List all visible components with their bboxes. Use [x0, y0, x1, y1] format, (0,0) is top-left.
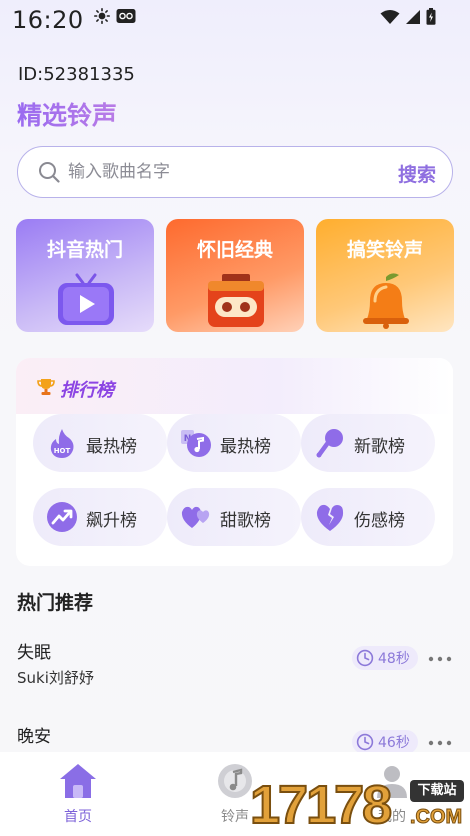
category-douyin-hot[interactable]: 抖音热门: [16, 219, 154, 332]
song-title: 晚安: [17, 727, 51, 747]
trend-up-icon: [47, 502, 77, 532]
bell-icon: [363, 273, 409, 329]
microphone-icon: [316, 429, 343, 458]
rank-label: 最热榜: [220, 437, 271, 457]
rank-label: 飙升榜: [86, 511, 137, 531]
search-icon: [39, 162, 60, 183]
music-disc-icon: [218, 764, 252, 798]
category-funny-ringtone[interactable]: 搞笑铃声: [316, 219, 454, 332]
home-icon: [60, 764, 96, 798]
more-icon[interactable]: [428, 740, 452, 746]
tv-play-icon: [58, 273, 114, 325]
watermark-domain: .COM: [410, 806, 463, 829]
rank-hottest-music[interactable]: N 最热榜: [167, 414, 301, 472]
radio-icon: [208, 274, 264, 327]
search-bar[interactable]: 搜索: [17, 146, 453, 198]
rank-label: 最热榜: [86, 437, 137, 457]
hot-section-title: 热门推荐: [17, 592, 94, 614]
search-input[interactable]: [68, 159, 368, 185]
rank-label: 甜歌榜: [220, 511, 271, 531]
rank-label: 新歌榜: [354, 437, 405, 457]
clock-icon: [356, 649, 374, 667]
song-title: 失眠: [17, 643, 51, 663]
tab-home[interactable]: 首页: [18, 762, 138, 828]
hearts-icon: [181, 506, 210, 528]
rank-rising[interactable]: 飙升榜: [33, 488, 167, 546]
rank-label: 伤感榜: [354, 511, 405, 531]
battery-icon: [426, 8, 436, 25]
duration-badge[interactable]: 46秒: [352, 730, 418, 754]
hot-flame-icon: HOT: [50, 429, 74, 458]
song-row[interactable]: 失眠 Suki刘舒妤 48秒: [0, 638, 470, 708]
trophy-icon: [37, 379, 55, 395]
song-artist: Suki刘舒妤: [17, 669, 94, 687]
duration-badge[interactable]: 48秒: [352, 646, 418, 670]
category-nostalgic-classic[interactable]: 怀旧经典: [166, 219, 304, 332]
watermark-logo: 17178 下载站 .COM: [249, 774, 470, 836]
status-time: 16:20: [12, 6, 84, 34]
rank-sweet[interactable]: 甜歌榜: [167, 488, 301, 546]
rank-sad[interactable]: 伤感榜: [301, 488, 435, 546]
watermark-badge: 下载站: [410, 780, 464, 802]
rank-new-songs[interactable]: 新歌榜: [301, 414, 435, 472]
signal-icon: [406, 9, 420, 24]
svg-text:HOT: HOT: [54, 447, 71, 455]
ranking-panel: 排行榜 HOT 最热榜 N 最热榜 新歌榜 飙升榜 甜歌榜 伤感榜: [16, 358, 453, 566]
category-label: 怀旧经典: [196, 239, 273, 261]
ranking-header: 排行榜: [16, 358, 453, 414]
user-id: ID:52381335: [18, 64, 135, 85]
duration-text: 48秒: [378, 651, 410, 667]
clock-icon: [356, 733, 374, 751]
rank-hottest[interactable]: HOT 最热榜: [33, 414, 167, 472]
page-title: 精选铃声: [17, 96, 117, 132]
search-button[interactable]: 搜索: [398, 160, 436, 187]
duration-text: 46秒: [378, 735, 410, 751]
ranking-title: 排行榜: [60, 380, 114, 401]
brightness-icon: [94, 8, 110, 24]
category-label: 搞笑铃声: [346, 239, 423, 261]
tab-label: 首页: [64, 809, 92, 825]
broken-heart-icon: [316, 504, 344, 531]
status-bar: 16:20: [0, 0, 470, 44]
more-icon[interactable]: [428, 656, 452, 662]
wifi-icon: [380, 9, 400, 24]
category-label: 抖音热门: [46, 239, 123, 261]
watermark-digits: 17178: [249, 774, 393, 836]
music-note-icon: N: [181, 430, 211, 457]
vpn-icon: [116, 9, 136, 23]
